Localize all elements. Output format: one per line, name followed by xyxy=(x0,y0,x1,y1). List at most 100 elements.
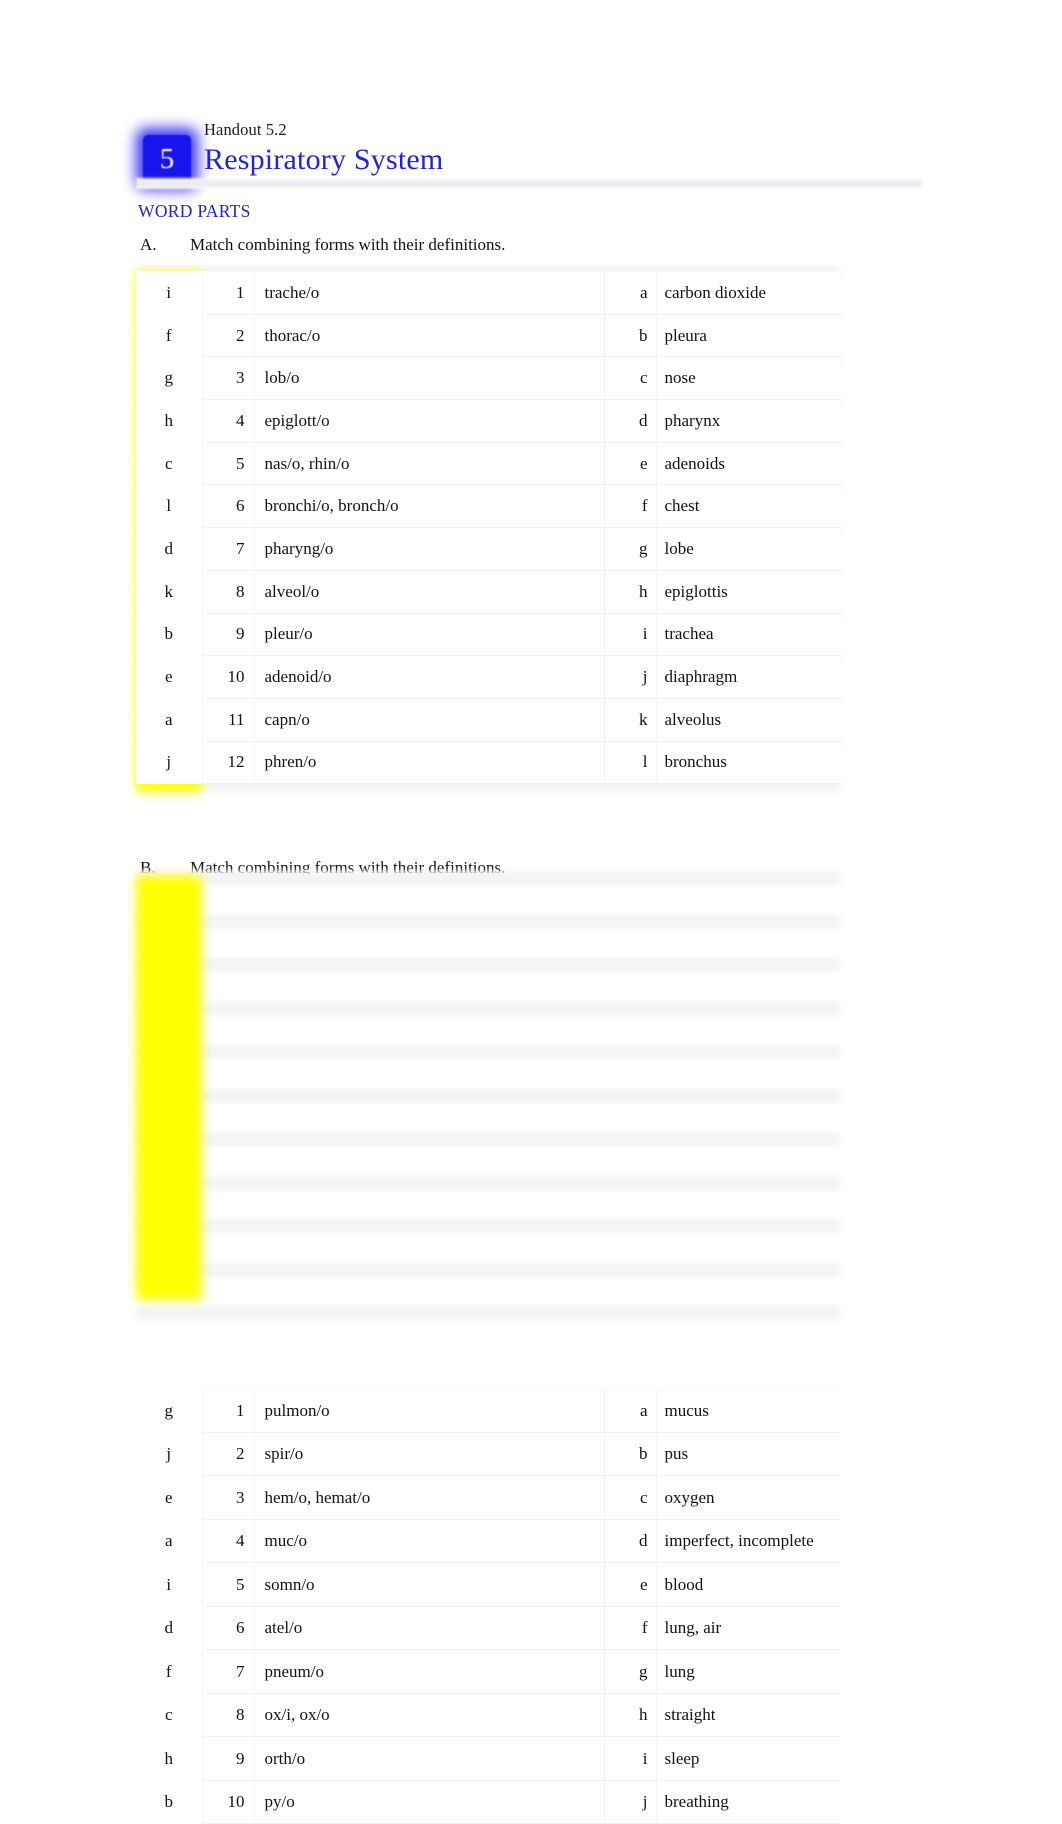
item-number: 10 xyxy=(201,1779,255,1824)
definition-text: epiglottis xyxy=(656,569,840,614)
table-row: l 6 bronchi/o, bronch/o f chest xyxy=(136,484,840,529)
table-row: h 4 epiglott/o d pharynx xyxy=(136,399,840,443)
table-row: b 10 py/o j breathing xyxy=(136,1779,840,1824)
answer-letter: l xyxy=(166,496,172,516)
answer-cell[interactable]: h xyxy=(136,1737,202,1781)
answer-cell[interactable]: b xyxy=(136,613,202,656)
item-number: 3 xyxy=(201,356,255,401)
combining-form: trache/o xyxy=(254,271,605,315)
chapter-number-badge: 5 xyxy=(143,135,191,183)
header-divider-rule xyxy=(136,178,922,189)
combining-form: muc/o xyxy=(254,1518,605,1564)
table-row: b 9 pleur/o i trachea xyxy=(136,612,840,657)
table-row: d 7 pharyng/o g lobe xyxy=(136,527,840,571)
combining-form: atel/o xyxy=(254,1605,605,1651)
match-table-a: i 1 trache/o a carbon dioxide f 2 thorac/o b pleu… xyxy=(136,271,840,785)
answer-cell[interactable]: j xyxy=(136,1432,202,1476)
definition-letter: f xyxy=(603,484,657,529)
answer-cell[interactable]: e xyxy=(136,656,202,699)
combining-form: somn/o xyxy=(254,1562,605,1607)
definition-letter: g xyxy=(603,1649,657,1694)
item-number: 4 xyxy=(201,1518,255,1564)
definition-letter: i xyxy=(603,1736,657,1781)
definition-letter: h xyxy=(603,569,657,614)
answer-cell[interactable]: e xyxy=(136,1476,202,1520)
item-number: 8 xyxy=(201,569,255,614)
answer-column-highlight-b xyxy=(136,876,202,1300)
answer-cell[interactable]: l xyxy=(136,485,202,528)
row-shade-band xyxy=(136,1088,840,1103)
row-shade-band xyxy=(136,1001,840,1016)
item-number: 4 xyxy=(201,399,255,443)
answer-cell[interactable]: d xyxy=(136,528,202,571)
answer-cell[interactable]: i xyxy=(136,1563,202,1607)
definition-letter: i xyxy=(603,612,657,657)
item-number: 5 xyxy=(201,1562,255,1607)
answer-letter: b xyxy=(164,624,174,644)
table-row: k 8 alveol/o h epiglottis xyxy=(136,569,840,614)
answer-letter: h xyxy=(164,410,174,430)
definition-text: diaphragm xyxy=(656,655,840,699)
definition-letter: e xyxy=(603,441,657,486)
answer-letter: g xyxy=(164,1400,174,1420)
definition-text: pleura xyxy=(656,313,840,358)
answer-cell[interactable]: j xyxy=(136,741,202,784)
item-number: 8 xyxy=(201,1692,255,1738)
answer-letter: b xyxy=(164,1792,174,1811)
answer-cell[interactable]: a xyxy=(136,698,202,741)
definition-text: oxygen xyxy=(656,1475,840,1520)
definition-letter: l xyxy=(603,740,657,785)
row-shade-band xyxy=(136,1262,840,1277)
row-shade-band xyxy=(136,1219,840,1233)
table-row: d 6 atel/o f lung, air xyxy=(136,1605,840,1651)
answer-cell[interactable]: c xyxy=(136,442,202,485)
combining-form: pneum/o xyxy=(254,1649,605,1694)
table-row: e 10 adenoid/o j diaphragm xyxy=(136,655,840,699)
row-shade-band xyxy=(136,914,840,929)
definition-letter: b xyxy=(603,313,657,358)
answer-cell[interactable]: d xyxy=(136,1606,202,1650)
definition-text: adenoids xyxy=(656,441,840,486)
item-number: 12 xyxy=(201,740,255,785)
combining-form: pulmon/o xyxy=(254,1388,605,1433)
combining-form: bronchi/o, bronch/o xyxy=(254,484,605,529)
answer-letter: f xyxy=(165,1661,172,1681)
answer-cell[interactable]: g xyxy=(136,1389,202,1433)
combining-form: hem/o, hemat/o xyxy=(254,1475,605,1520)
definition-letter: a xyxy=(603,1388,657,1433)
table-row: g 1 pulmon/o a mucus xyxy=(136,1388,840,1433)
answer-letter: d xyxy=(164,1618,174,1637)
item-number: 10 xyxy=(201,655,255,699)
answer-cell[interactable]: b xyxy=(136,1780,202,1824)
item-number: 6 xyxy=(201,1605,255,1651)
answer-letter: f xyxy=(165,325,172,345)
match-table-b: g 1 pulmon/o a mucus j 2 spir/o b pus e 3 hem/o, hem… xyxy=(136,1388,840,1824)
item-number: 9 xyxy=(201,1736,255,1781)
combining-form: capn/o xyxy=(254,697,605,742)
table-row: f 7 pneum/o g lung xyxy=(136,1649,840,1694)
definition-text: nose xyxy=(656,356,840,401)
answer-cell[interactable]: i xyxy=(136,272,202,315)
combining-form: ox/i, ox/o xyxy=(254,1692,605,1738)
section-heading-word-parts: WORD PARTS xyxy=(138,201,251,221)
answer-cell[interactable]: c xyxy=(136,1693,202,1737)
answer-cell[interactable]: f xyxy=(136,314,202,357)
answer-cell[interactable]: f xyxy=(136,1650,202,1694)
answer-cell[interactable]: h xyxy=(136,400,202,443)
answer-letter: j xyxy=(166,752,172,772)
definition-letter: g xyxy=(603,527,657,571)
item-number: 7 xyxy=(201,1649,255,1694)
combining-form: orth/o xyxy=(254,1736,605,1781)
answer-cell[interactable]: g xyxy=(136,357,202,400)
answer-letter: a xyxy=(164,1531,173,1550)
item-number: 11 xyxy=(201,697,255,742)
item-number: 2 xyxy=(201,1431,255,1477)
table-row: g 3 lob/o c nose xyxy=(136,356,840,401)
header-text-block: Handout 5.2 Respiratory System xyxy=(204,120,443,179)
definition-letter: c xyxy=(603,1475,657,1520)
row-shade-band xyxy=(136,958,840,972)
answer-letter: c xyxy=(164,453,173,473)
row-shade-band xyxy=(136,1306,840,1320)
answer-cell[interactable]: k xyxy=(136,570,202,613)
answer-cell[interactable]: a xyxy=(136,1519,202,1563)
